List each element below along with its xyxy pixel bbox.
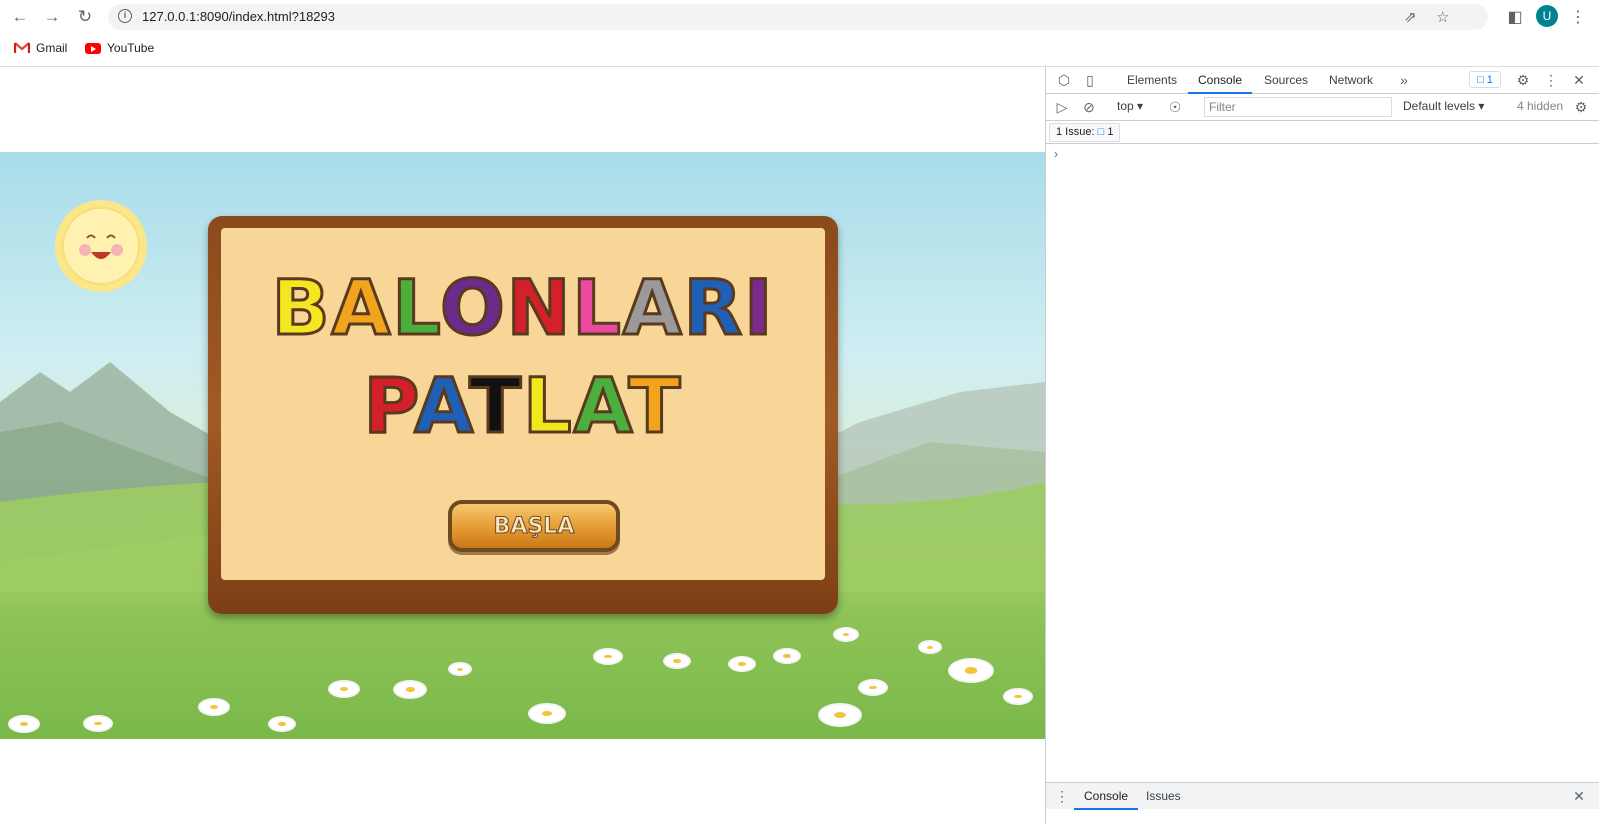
- devtools-menu-icon[interactable]: ⋮: [1543, 72, 1559, 88]
- title-letter: L: [571, 263, 623, 352]
- address-bar[interactable]: i 127.0.0.1:8090/index.html?18293 ⇗ ☆: [108, 4, 1488, 30]
- tab-console[interactable]: Console: [1187, 73, 1253, 94]
- live-expression-eye-icon[interactable]: ☉: [1167, 99, 1183, 115]
- issues-badge-count: 1: [1486, 74, 1493, 86]
- title-letter: T: [627, 361, 683, 450]
- settings-gear-icon[interactable]: ⚙: [1515, 72, 1531, 88]
- parchment-panel: BALONLARI PATLAT BAŞLA: [221, 228, 825, 580]
- issues-badge[interactable]: □ 1: [1469, 71, 1501, 88]
- daisy-flower: [1005, 690, 1031, 703]
- title-board: BALONLARI PATLAT BAŞLA: [208, 216, 838, 614]
- url-text: 127.0.0.1:8090/index.html?18293: [142, 9, 335, 24]
- bookmark-label: Gmail: [36, 41, 68, 55]
- title-letter: I: [743, 263, 775, 352]
- title-letter: A: [621, 263, 684, 352]
- bookmark-star-icon[interactable]: ☆: [1436, 8, 1449, 26]
- tab-sources[interactable]: Sources: [1264, 73, 1308, 87]
- title-letter: L: [391, 263, 441, 352]
- daisy-flower: [85, 717, 111, 730]
- title-letter: O: [439, 263, 507, 352]
- daisy-flower: [665, 655, 689, 667]
- daisy-flower: [530, 705, 564, 722]
- game-title: BALONLARI PATLAT: [221, 266, 825, 447]
- console-settings-icon[interactable]: ⚙: [1573, 99, 1589, 115]
- issues-pill-count: 1: [1107, 126, 1114, 138]
- issues-label: 1 Issue:: [1056, 126, 1095, 138]
- title-letter: B: [270, 263, 332, 352]
- daisy-flower: [595, 650, 621, 663]
- console-prompt[interactable]: ›: [1054, 147, 1058, 161]
- start-button[interactable]: BAŞLA: [448, 500, 620, 552]
- close-devtools-icon[interactable]: ✕: [1571, 72, 1587, 88]
- title-letter: N: [505, 263, 573, 352]
- tab-network[interactable]: Network: [1329, 73, 1373, 87]
- hidden-count: 4 hidden: [1517, 99, 1564, 113]
- title-line-2: PATLAT: [221, 364, 825, 447]
- context-label: top: [1117, 99, 1134, 113]
- context-selector[interactable]: top ▾: [1117, 99, 1143, 113]
- daisy-flower: [10, 717, 38, 731]
- sidebar-toggle-icon[interactable]: ▷: [1054, 99, 1070, 115]
- bookmark-gmail[interactable]: Gmail: [14, 41, 67, 55]
- title-letter: A: [330, 263, 393, 352]
- avatar[interactable]: U: [1536, 5, 1558, 27]
- daisy-flower: [200, 700, 228, 714]
- drawer-menu-icon[interactable]: ⋮: [1054, 788, 1070, 804]
- daisy-flower: [730, 658, 754, 670]
- back-button[interactable]: ←: [8, 5, 32, 29]
- daisy-flower: [450, 664, 470, 674]
- devtools-tabbar: ⬡ ▯ Elements Console Sources Network » □…: [1046, 67, 1599, 94]
- game-scene: BALONLARI PATLAT BAŞLA: [0, 152, 1045, 739]
- title-letter: A: [413, 361, 470, 450]
- title-letter: P: [362, 361, 415, 450]
- share-icon[interactable]: ⇗: [1404, 8, 1417, 26]
- title-letter: L: [522, 361, 574, 450]
- sun-illustration: [55, 200, 147, 292]
- log-levels-label: Default levels: [1403, 99, 1476, 113]
- menu-icon[interactable]: ⋮: [1566, 5, 1590, 29]
- issue-message-icon: □: [1097, 126, 1105, 138]
- bookmarks-bar: Gmail YouTube: [0, 34, 1599, 67]
- reload-button[interactable]: ↻: [73, 5, 97, 29]
- title-letter: R: [682, 263, 745, 352]
- daisy-flower: [270, 718, 294, 730]
- more-tabs-icon[interactable]: »: [1396, 72, 1412, 88]
- daisy-flower: [775, 650, 799, 662]
- daisy-flower: [820, 705, 860, 725]
- daisy-flower: [835, 629, 857, 640]
- console-filter-input[interactable]: Filter: [1204, 97, 1392, 117]
- forward-button[interactable]: →: [40, 5, 64, 29]
- gmail-icon: [14, 42, 30, 53]
- title-letter: T: [468, 361, 524, 450]
- youtube-icon: [85, 42, 101, 54]
- close-drawer-icon[interactable]: ✕: [1571, 788, 1587, 804]
- devtools-panel: ⬡ ▯ Elements Console Sources Network » □…: [1045, 67, 1599, 824]
- daisy-flower: [395, 682, 425, 697]
- title-line-1: BALONLARI: [221, 266, 825, 349]
- drawer-tab-console[interactable]: Console: [1073, 789, 1139, 810]
- bookmark-youtube[interactable]: YouTube: [85, 41, 154, 55]
- daisy-flower: [920, 642, 940, 652]
- daisy-flower: [950, 660, 992, 681]
- daisy-flower: [330, 682, 358, 696]
- browser-toolbar: ← → ↻ i 127.0.0.1:8090/index.html?18293 …: [0, 0, 1599, 33]
- devtools-drawer: ⋮ Console Issues ✕: [1046, 782, 1599, 810]
- title-letter: A: [572, 361, 629, 450]
- inspect-element-icon[interactable]: ⬡: [1056, 72, 1072, 88]
- side-panel-icon[interactable]: ◧: [1503, 5, 1527, 29]
- drawer-tab-issues[interactable]: Issues: [1146, 789, 1181, 803]
- clear-console-icon[interactable]: ⊘: [1081, 99, 1097, 115]
- page-viewport: BALONLARI PATLAT BAŞLA: [0, 67, 1045, 824]
- tab-elements[interactable]: Elements: [1127, 73, 1177, 87]
- console-toolbar: ▷ ⊘ top ▾ ☉ Filter Default levels ▾ 4 hi…: [1046, 94, 1599, 121]
- issues-row: 1 Issue: □ 1: [1046, 121, 1599, 144]
- issues-pill[interactable]: 1 Issue: □ 1: [1049, 123, 1121, 142]
- daisy-flower: [860, 681, 886, 694]
- log-levels-dropdown[interactable]: Default levels ▾: [1403, 99, 1484, 113]
- device-toolbar-icon[interactable]: ▯: [1082, 72, 1098, 88]
- site-info-icon[interactable]: i: [118, 9, 132, 23]
- bookmark-label: YouTube: [107, 41, 155, 55]
